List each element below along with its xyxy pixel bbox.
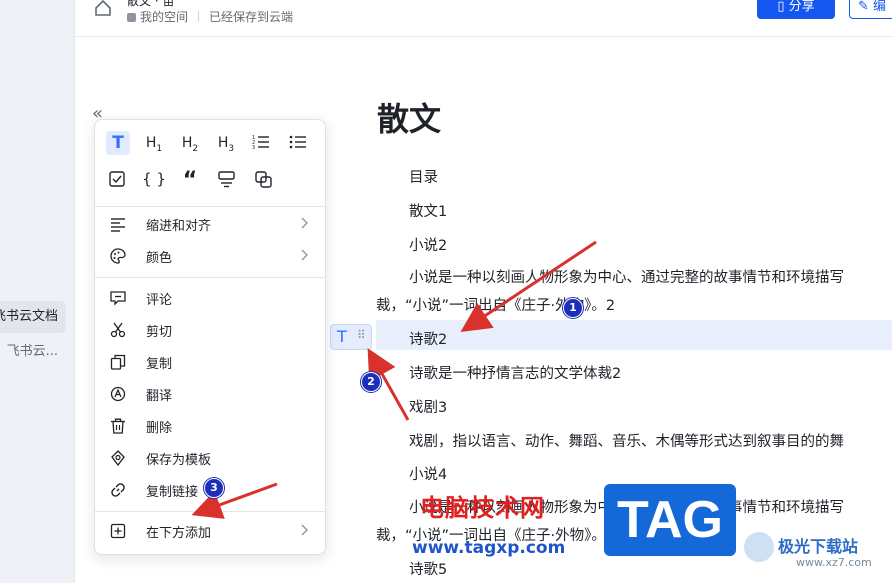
annotation-badge: 1: [563, 298, 583, 318]
annotation-arrows: [191, 240, 597, 519]
annotation-badge: 3: [204, 478, 224, 498]
annotation-badge: 2: [361, 372, 381, 392]
